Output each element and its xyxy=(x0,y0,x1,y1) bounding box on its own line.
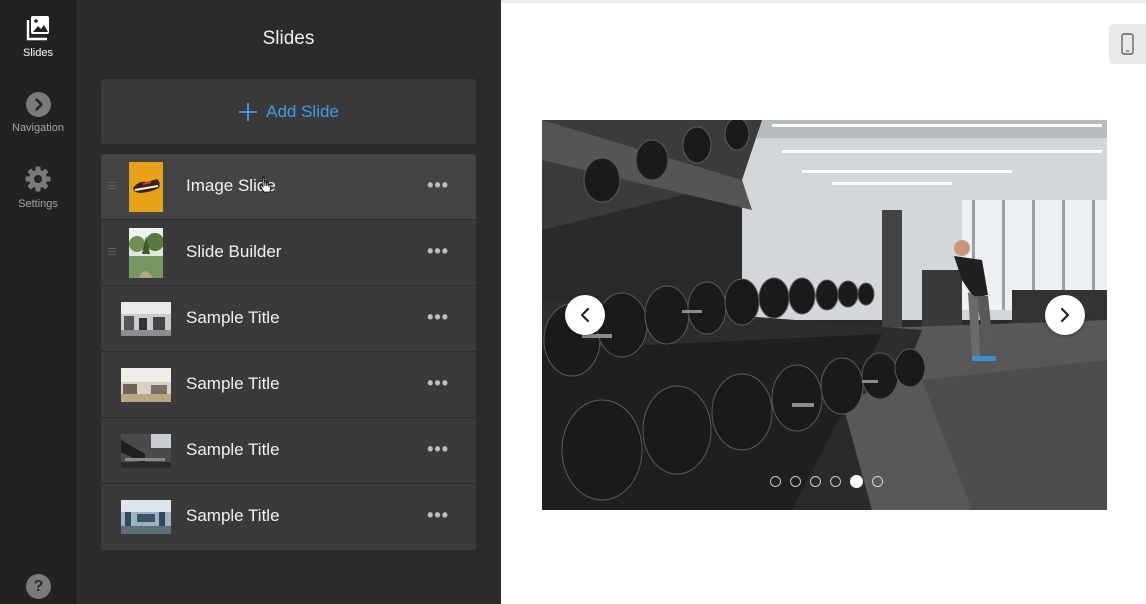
slides-icon xyxy=(26,16,49,41)
pagination-dot[interactable] xyxy=(810,476,821,487)
slide-thumbnail xyxy=(121,500,171,534)
slide-row-sample-title[interactable]: Sample Title ••• xyxy=(101,484,476,550)
mobile-device-icon xyxy=(1121,33,1134,55)
rail-label-slides: Slides xyxy=(23,47,53,59)
more-options-icon[interactable]: ••• xyxy=(427,308,449,326)
drag-handle-icon[interactable] xyxy=(108,182,116,190)
more-options-icon[interactable]: ••• xyxy=(427,176,449,194)
slide-name: Sample Title xyxy=(186,506,280,525)
panel-title: Slides xyxy=(262,28,315,49)
add-slide-button[interactable]: Add Slide xyxy=(101,79,476,144)
rail-label-navigation: Navigation xyxy=(12,122,64,134)
add-slide-label: Add Slide xyxy=(266,101,339,121)
slide-thumbnail xyxy=(121,434,171,468)
pagination-dot[interactable] xyxy=(830,476,841,487)
rail-item-navigation[interactable]: Navigation xyxy=(0,92,76,134)
more-options-icon[interactable]: ••• xyxy=(427,506,449,524)
mouse-cursor-icon xyxy=(259,176,272,193)
slide-thumbnail xyxy=(129,228,163,278)
gym-photo xyxy=(542,120,1107,510)
drag-handle-icon[interactable] xyxy=(108,248,116,256)
icon-rail: Slides Navigation Settings ? xyxy=(0,0,76,604)
slide-thumbnail xyxy=(121,368,171,402)
next-slide-button[interactable] xyxy=(1045,295,1085,335)
rail-item-settings[interactable]: Settings xyxy=(0,165,76,210)
slides-panel: Slides Add Slide Image Slide ••• Slide B… xyxy=(76,0,501,604)
slide-pagination-dots xyxy=(770,475,892,488)
help-icon[interactable]: ? xyxy=(26,574,51,599)
slide-list: Image Slide ••• Slide Builder ••• Sample… xyxy=(101,154,476,550)
rail-item-slides[interactable]: Slides xyxy=(0,14,76,59)
pagination-dot-active[interactable] xyxy=(850,475,863,488)
more-options-icon[interactable]: ••• xyxy=(427,440,449,458)
slide-name: Slide Builder xyxy=(186,242,282,261)
slide-row-slide-builder[interactable]: Slide Builder ••• xyxy=(101,220,476,286)
pagination-dot[interactable] xyxy=(872,476,883,487)
slide-name: Sample Title xyxy=(186,374,280,393)
navigation-icon xyxy=(25,92,51,117)
pagination-dot[interactable] xyxy=(790,476,801,487)
slide-name: Sample Title xyxy=(186,308,280,327)
chevron-left-icon xyxy=(580,307,590,323)
device-toggle-button[interactable] xyxy=(1109,24,1146,64)
gear-icon xyxy=(25,166,51,192)
plus-icon xyxy=(239,102,258,121)
slide-thumbnail xyxy=(121,302,171,336)
chevron-right-icon xyxy=(1060,307,1070,323)
slide-preview-image xyxy=(542,120,1107,510)
rail-label-settings: Settings xyxy=(18,198,58,210)
more-options-icon[interactable]: ••• xyxy=(427,374,449,392)
slide-thumbnail xyxy=(129,162,163,212)
more-options-icon[interactable]: ••• xyxy=(427,242,449,260)
slide-row-sample-title[interactable]: Sample Title ••• xyxy=(101,352,476,418)
previous-slide-button[interactable] xyxy=(565,295,605,335)
slide-name: Sample Title xyxy=(186,440,280,459)
slide-row-sample-title[interactable]: Sample Title ••• xyxy=(101,286,476,352)
slide-row-sample-title[interactable]: Sample Title ••• xyxy=(101,418,476,484)
slide-row-image-slide[interactable]: Image Slide ••• xyxy=(101,154,476,220)
pagination-dot[interactable] xyxy=(770,476,781,487)
